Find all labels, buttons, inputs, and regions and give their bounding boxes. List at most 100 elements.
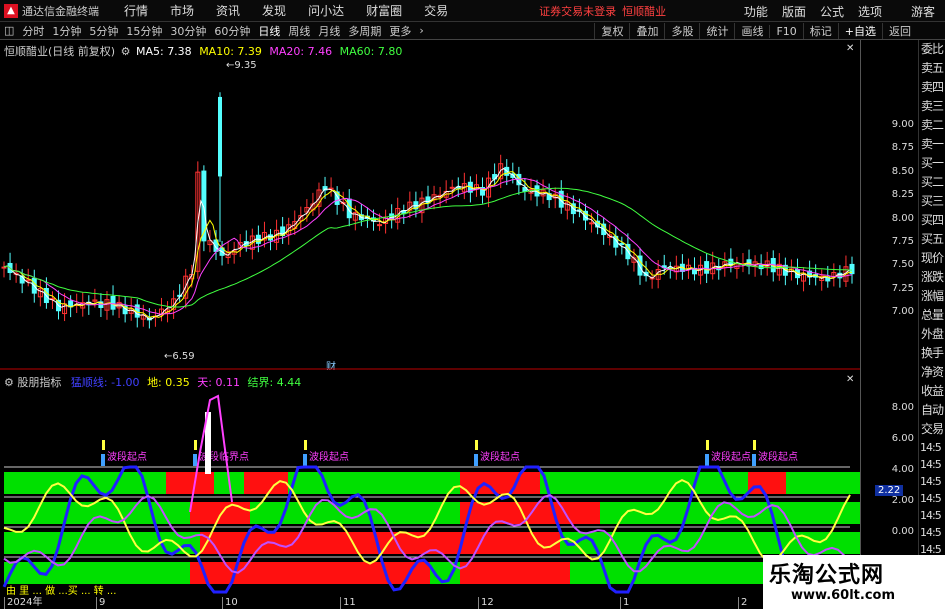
candle-body: [377, 224, 383, 227]
menu-wealth[interactable]: 财富圈: [366, 2, 402, 19]
indicator-tick: 8.00: [891, 402, 914, 413]
period-15min[interactable]: 15分钟: [126, 23, 162, 39]
period-1min[interactable]: 1分钟: [52, 23, 81, 39]
signal-arrow: [474, 454, 478, 466]
period-5min[interactable]: 5分钟: [89, 23, 118, 39]
app-logo-icon: ▲: [4, 3, 18, 18]
indicator-value-blue: 猛顺线: -1.00: [70, 376, 140, 389]
adjust-button[interactable]: 复权: [594, 23, 629, 39]
menu-function[interactable]: 功能: [744, 3, 768, 20]
kline-chart[interactable]: ←9.35←6.59财: [0, 40, 860, 370]
menu-trade[interactable]: 交易: [424, 2, 448, 19]
period-more[interactable]: 更多: [389, 23, 411, 39]
app-window: ▲ 通达信金融终端 行情 市场 资讯 发现 问小达 财富圈 交易 证券交易未登录…: [0, 0, 945, 609]
period-daily[interactable]: 日线: [258, 23, 280, 39]
quote-tab-0[interactable]: 自动: [919, 401, 945, 420]
time-tick: 2024年: [4, 597, 42, 609]
add-watchlist-button[interactable]: +自选: [837, 23, 882, 39]
period-toolbar: ◫ 分时 1分钟 5分钟 15分钟 30分钟 60分钟 日线 周线 月线 多周期…: [0, 22, 945, 40]
right-menu: 功能 版面 公式 选项 游客: [737, 0, 945, 22]
multi-stock-button[interactable]: 多股: [664, 23, 699, 39]
candle-body: [110, 295, 116, 310]
current-value-badge: 2.22: [875, 485, 904, 496]
band-block: [460, 562, 570, 584]
high-price-label: ←9.35: [226, 60, 257, 71]
bottom-legend: 由 里 ... 做 ...买 ... 转 ...: [6, 586, 117, 597]
app-title: 通达信金融终端: [22, 4, 99, 18]
overlay-button[interactable]: 叠加: [629, 23, 664, 39]
candle-body: [449, 186, 455, 189]
period-monthly[interactable]: 月线: [318, 23, 340, 39]
band-block: [748, 472, 786, 494]
price-tick: 7.00: [891, 306, 914, 317]
ma5-label: MA5: 7.38: [135, 45, 192, 58]
menu-news[interactable]: 资讯: [216, 2, 240, 19]
time-tick: 12: [478, 597, 494, 609]
chevron-right-icon[interactable]: ›: [419, 24, 423, 37]
quote-field-3: 卖三: [921, 99, 944, 113]
ma20-label: MA20: 7.46: [269, 45, 333, 58]
band-block: [244, 472, 288, 494]
price-tick: 8.00: [891, 212, 914, 224]
guest-label[interactable]: 游客: [911, 3, 935, 20]
draw-line-button[interactable]: 画线: [734, 23, 769, 39]
stock-label: 恒顺醋业(日线 前复权): [4, 45, 116, 58]
indicator-tick: 2.00: [891, 495, 914, 506]
menu-layout[interactable]: 版面: [782, 3, 806, 20]
menu-options[interactable]: 选项: [858, 3, 882, 20]
f10-button[interactable]: F10: [769, 24, 802, 38]
statistics-button[interactable]: 统计: [699, 23, 734, 39]
time-tick: 11: [340, 597, 356, 609]
price-tick: 7.50: [891, 259, 914, 271]
menu-market[interactable]: 市场: [170, 2, 194, 19]
period-multi[interactable]: 多周期: [348, 23, 381, 39]
quote-field-8: 买三: [921, 194, 944, 208]
close-indicator-icon[interactable]: ✕: [846, 374, 854, 385]
quote-field-14: 总量: [921, 308, 944, 322]
settings-gear-icon[interactable]: ⚙: [121, 45, 131, 58]
price-tick: 7.75: [891, 235, 914, 247]
trade-login-warning[interactable]: 证券交易未登录: [539, 3, 616, 19]
menu-quotes[interactable]: 行情: [124, 2, 148, 19]
time-tick: 2: [738, 597, 747, 609]
mark-button[interactable]: 标记: [802, 23, 838, 39]
low-price-label: ←6.59: [164, 351, 195, 362]
signal-bar: [753, 440, 756, 450]
period-tick[interactable]: 分时: [22, 23, 44, 39]
watermark-title: 乐淘公式网: [769, 563, 885, 588]
band-block: [166, 472, 214, 494]
candle-body: [619, 242, 625, 245]
indicator-name: 股朋指标: [17, 376, 62, 389]
sub-chart-header: ⚙ 股朋指标 猛顺线: -1.00 地: 0.35 天: 0.11 结界: 4.…: [4, 374, 301, 390]
grid-toggle-icon[interactable]: ◫: [4, 24, 14, 37]
period-weekly[interactable]: 周线: [288, 23, 310, 39]
quote-tab-1[interactable]: 交易: [919, 420, 945, 439]
signal-label: 波段起点: [107, 450, 147, 463]
indicator-chart[interactable]: 波段起点 波段临界点 波段起点 波段起点 波段起点 波段起点: [0, 372, 860, 597]
quote-field-2: 卖四: [921, 80, 944, 94]
close-chart-icon[interactable]: ✕: [846, 43, 854, 54]
tick-time: 14:5: [920, 492, 942, 505]
tick-time: 14:5: [920, 509, 942, 522]
settings-gear-icon[interactable]: ⚙: [4, 376, 14, 389]
menu-ask[interactable]: 问小达: [308, 2, 344, 19]
period-60min[interactable]: 60分钟: [214, 23, 250, 39]
menu-formula[interactable]: 公式: [820, 3, 844, 20]
band-block: [540, 472, 748, 494]
quote-field-7: 买二: [921, 175, 944, 189]
time-axis: 2024年 9 10 11 12 1 2: [0, 597, 860, 609]
period-30min[interactable]: 30分钟: [170, 23, 206, 39]
indicator-value-earth: 地: 0.35: [147, 376, 190, 389]
back-button[interactable]: 返回: [882, 23, 917, 39]
price-tick: 7.25: [891, 282, 914, 294]
ma10-label: MA10: 7.39: [199, 45, 262, 58]
indicator-tick: 6.00: [891, 433, 914, 444]
ma60-label: MA60: 7.80: [339, 45, 403, 58]
menu-discover[interactable]: 发现: [262, 2, 286, 19]
quote-field-16: 换手: [921, 346, 944, 360]
indicator-value-sky: 天: 0.11: [197, 376, 240, 389]
main-chart-header: 恒顺醋业(日线 前复权) ⚙ MA5: 7.38 MA10: 7.39 MA20…: [4, 43, 402, 59]
band-block: [600, 502, 860, 524]
band-block: [320, 472, 460, 494]
quote-field-11: 现价: [921, 251, 944, 265]
